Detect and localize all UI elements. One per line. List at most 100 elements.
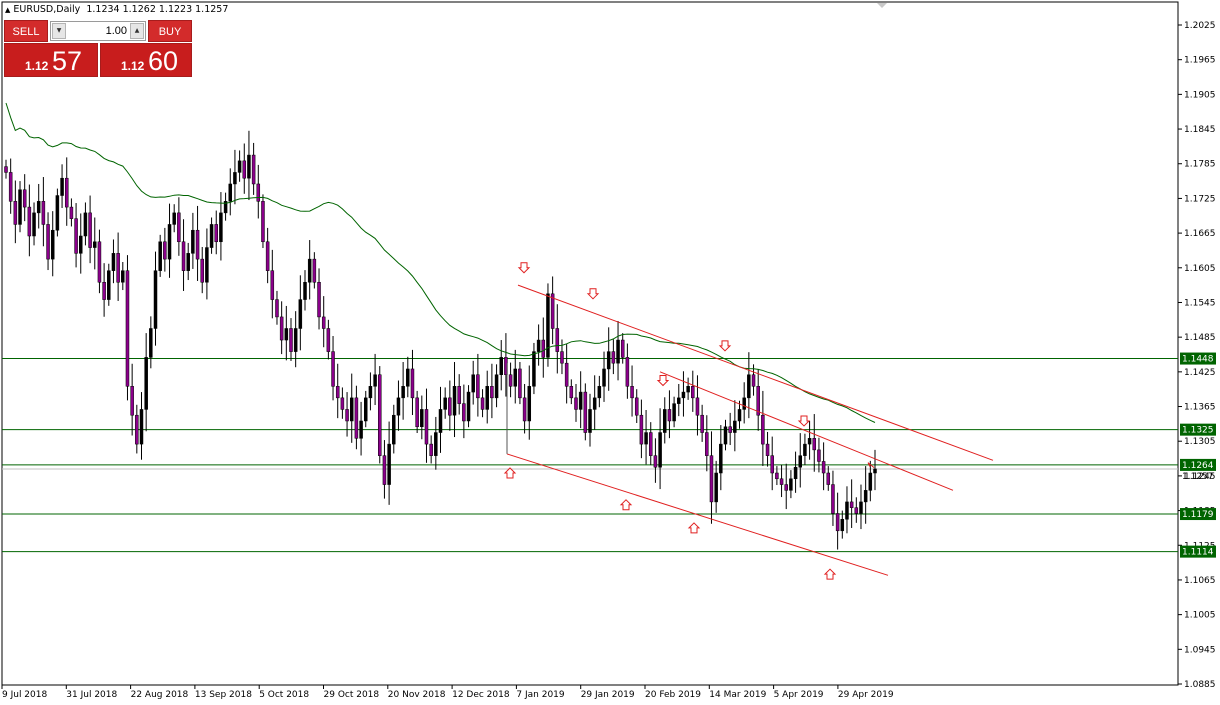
y-tick-label: 1.1905 [1184, 90, 1216, 100]
candle-body [620, 339, 625, 358]
arrow-up-icon[interactable] [687, 522, 701, 534]
arrow-down-icon[interactable] [517, 262, 531, 274]
candle-body [219, 212, 223, 243]
candle-body [849, 501, 854, 508]
candle-body [406, 368, 410, 387]
candle-body [392, 414, 396, 445]
x-tick-label: 20 Nov 2018 [388, 690, 446, 700]
candle-body [648, 432, 653, 456]
candle-body [46, 224, 50, 260]
candle-body [149, 328, 153, 358]
candle-body [434, 432, 438, 456]
candle-body [611, 351, 616, 364]
candle-body [532, 351, 536, 387]
candle-body [8, 172, 13, 202]
trend-line[interactable] [517, 284, 994, 461]
candle-body [812, 438, 817, 451]
candle-body [233, 172, 237, 185]
candle-body [382, 455, 387, 485]
candle-body [606, 351, 611, 370]
arrow-down-icon[interactable] [656, 375, 670, 387]
candle-body [158, 241, 162, 271]
arrow-down-icon[interactable] [718, 340, 732, 352]
chart-shift-marker-icon[interactable] [877, 3, 887, 8]
price-chart[interactable]: 1.2025 1.1965 1.1905 1.1845 1.1785 1.1725 1.16… [0, 0, 1220, 705]
candle-body [69, 206, 74, 219]
candle-body [163, 241, 167, 260]
candle-body [139, 409, 144, 445]
candle-body [639, 414, 644, 445]
candle-body [569, 386, 574, 399]
candle-body [518, 368, 522, 399]
candle-body [247, 154, 251, 179]
candle-body [508, 374, 513, 387]
candle-body [868, 472, 873, 491]
candle-body [27, 206, 32, 237]
candle-body [429, 443, 433, 456]
candle-body [761, 414, 765, 445]
candle-body [102, 281, 106, 300]
candle-body [317, 281, 321, 318]
candle-body [177, 212, 181, 243]
candle-body [536, 339, 541, 352]
candle-body [41, 201, 46, 225]
candle-body [107, 270, 111, 300]
candle-body [733, 420, 737, 433]
y-tick-label: 1.1305 [1184, 437, 1216, 447]
candle-body [378, 374, 382, 456]
candle-body [831, 484, 835, 514]
y-tick-label: 1.0945 [1184, 645, 1216, 655]
arrow-down-icon[interactable] [586, 288, 600, 300]
candle-body [214, 224, 218, 243]
candle-body [270, 270, 275, 300]
candle-body [574, 397, 578, 410]
candle-body [368, 386, 373, 399]
candle-body [630, 386, 634, 399]
candle-body [321, 316, 326, 329]
candle-body [209, 224, 214, 248]
candle-body [83, 212, 88, 237]
candle-body [653, 455, 658, 468]
candle-body [359, 420, 363, 439]
candle-body [466, 391, 471, 422]
y-tick-label: 1.1785 [1184, 160, 1216, 170]
candle-body [602, 368, 606, 387]
arrow-up-icon[interactable] [503, 467, 517, 479]
candle-body [121, 270, 125, 283]
y-tick-label: 1.1425 [1184, 368, 1216, 378]
candle-body [251, 154, 256, 185]
candle-body [443, 397, 447, 410]
candle-body [700, 414, 704, 433]
candle-body [485, 386, 489, 410]
candle-body [807, 438, 812, 445]
candle-body [555, 328, 560, 352]
candle-body [116, 253, 120, 283]
moving-average-line[interactable] [5, 102, 876, 423]
candle-body [681, 391, 686, 399]
candle-body [265, 241, 270, 271]
candle-body [550, 293, 555, 329]
candle-body [186, 253, 190, 271]
candle-body [821, 461, 826, 474]
candle-body [22, 189, 27, 208]
candle-body [191, 229, 195, 254]
candle-body [298, 299, 303, 329]
y-tick-label: 1.1005 [1184, 611, 1216, 621]
candle-body [583, 391, 588, 433]
trend-line[interactable] [659, 371, 954, 491]
candle-body [723, 426, 728, 445]
arrow-down-icon[interactable] [797, 415, 811, 427]
candle-body [340, 397, 345, 410]
candle-body [303, 281, 307, 300]
candle-body [452, 386, 457, 416]
candle-body [728, 426, 732, 433]
trend-line[interactable] [506, 453, 889, 576]
candle-body [326, 328, 331, 352]
arrow-up-icon[interactable] [619, 499, 633, 511]
candle-body [60, 177, 64, 196]
candle-body [522, 397, 527, 422]
y-tick-label: 1.0885 [1184, 680, 1216, 690]
candle-body [658, 432, 662, 468]
candle-body [793, 466, 798, 480]
arrow-up-icon[interactable] [823, 568, 837, 580]
